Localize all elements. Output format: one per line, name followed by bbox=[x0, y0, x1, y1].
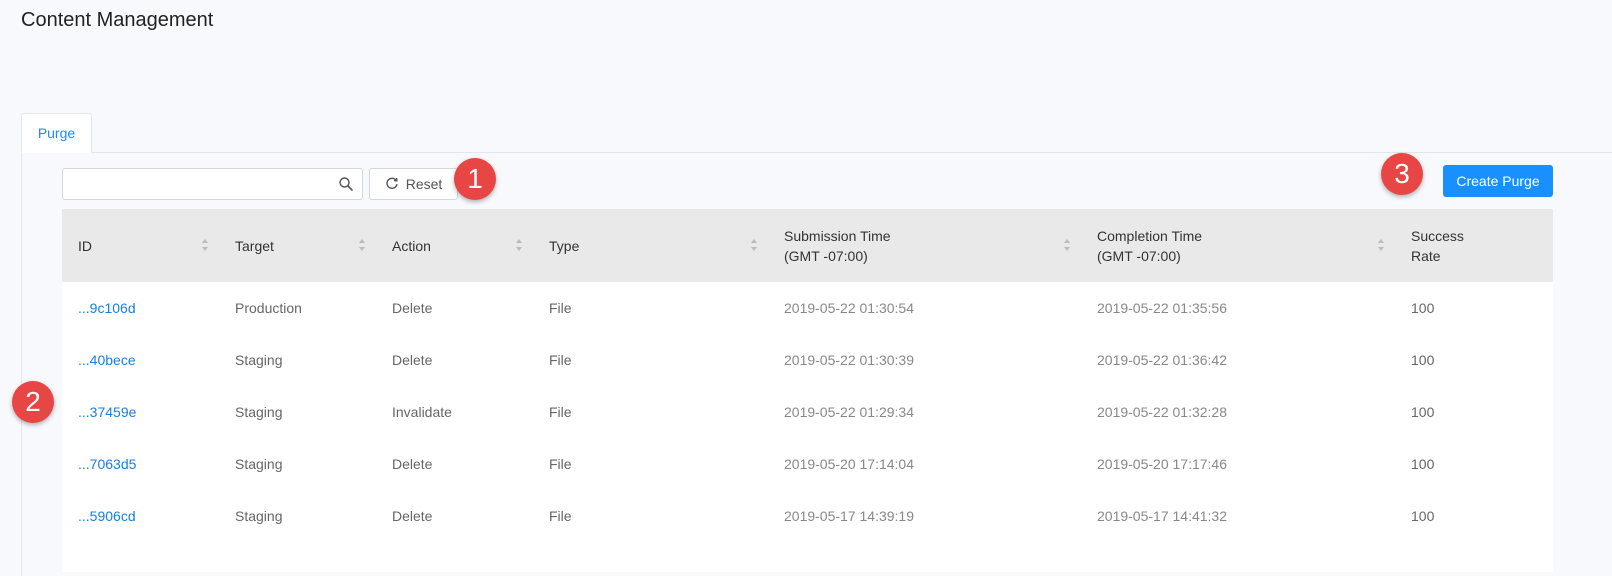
action-cell: Delete bbox=[376, 282, 533, 334]
sort-icon[interactable] bbox=[750, 238, 758, 252]
submission-time-cell: 2019-05-22 01:30:39 bbox=[768, 334, 1081, 386]
success-rate-cell: 100 bbox=[1395, 438, 1553, 490]
refresh-icon bbox=[386, 177, 398, 189]
annotation-badge-2: 2 bbox=[12, 381, 54, 423]
column-label: Type bbox=[549, 237, 580, 254]
success-rate-cell: 100 bbox=[1395, 282, 1553, 334]
target-cell: Staging bbox=[219, 386, 376, 438]
submission-time-cell: 2019-05-17 14:39:19 bbox=[768, 490, 1081, 542]
column-sublabel: (GMT -07:00) bbox=[1097, 247, 1181, 264]
tab-bar: Purge bbox=[21, 113, 1612, 153]
table-header-row: ID Target Action Type Submission Time (G… bbox=[62, 209, 1553, 282]
annotation-badge-1: 1 bbox=[454, 158, 496, 200]
sort-icon[interactable] bbox=[1377, 238, 1385, 252]
action-cell: Invalidate bbox=[376, 386, 533, 438]
action-cell: Delete bbox=[376, 490, 533, 542]
sort-icon[interactable] bbox=[358, 238, 366, 252]
completion-time-cell: 2019-05-22 01:36:42 bbox=[1081, 334, 1395, 386]
column-label: Action bbox=[392, 237, 431, 254]
table-row: ...37459e Staging Invalidate File 2019-0… bbox=[62, 386, 1553, 438]
column-label: Target bbox=[235, 237, 274, 254]
column-label: Success bbox=[1411, 227, 1464, 244]
purge-id-link[interactable]: ...7063d5 bbox=[62, 438, 219, 490]
create-purge-button[interactable]: Create Purge bbox=[1443, 165, 1553, 197]
sort-icon[interactable] bbox=[515, 238, 523, 252]
search-icon[interactable] bbox=[338, 176, 354, 192]
search-box[interactable] bbox=[62, 168, 363, 200]
reset-button[interactable]: Reset bbox=[369, 168, 458, 200]
completion-time-cell: 2019-05-22 01:35:56 bbox=[1081, 282, 1395, 334]
column-header-target[interactable]: Target bbox=[219, 209, 376, 282]
success-rate-cell: 100 bbox=[1395, 334, 1553, 386]
type-cell: File bbox=[533, 386, 768, 438]
column-header-id[interactable]: ID bbox=[62, 209, 219, 282]
search-input[interactable] bbox=[63, 169, 323, 199]
target-cell: Production bbox=[219, 282, 376, 334]
column-label: Completion Time bbox=[1097, 227, 1203, 244]
purge-id-link[interactable]: ...40bece bbox=[62, 334, 219, 386]
column-header-success-rate: Success Rate bbox=[1395, 209, 1553, 282]
type-cell: File bbox=[533, 490, 768, 542]
success-rate-cell: 100 bbox=[1395, 386, 1553, 438]
submission-time-cell: 2019-05-22 01:30:54 bbox=[768, 282, 1081, 334]
annotation-badge-3: 3 bbox=[1381, 153, 1423, 195]
table-row: ...9c106d Production Delete File 2019-05… bbox=[62, 282, 1553, 334]
reset-label: Reset bbox=[405, 176, 443, 192]
target-cell: Staging bbox=[219, 334, 376, 386]
type-cell: File bbox=[533, 334, 768, 386]
column-label: Submission Time bbox=[784, 227, 891, 244]
column-header-type[interactable]: Type bbox=[533, 209, 768, 282]
submission-time-cell: 2019-05-22 01:29:34 bbox=[768, 386, 1081, 438]
completion-time-cell: 2019-05-20 17:17:46 bbox=[1081, 438, 1395, 490]
table-row: ...7063d5 Staging Delete File 2019-05-20… bbox=[62, 438, 1553, 490]
success-rate-cell: 100 bbox=[1395, 490, 1553, 542]
column-header-completion-time[interactable]: Completion Time (GMT -07:00) bbox=[1081, 209, 1395, 282]
completion-time-cell: 2019-05-17 14:41:32 bbox=[1081, 490, 1395, 542]
column-header-submission-time[interactable]: Submission Time (GMT -07:00) bbox=[768, 209, 1081, 282]
table-row: ...5906cd Staging Delete File 2019-05-17… bbox=[62, 490, 1553, 542]
action-cell: Delete bbox=[376, 438, 533, 490]
target-cell: Staging bbox=[219, 490, 376, 542]
submission-time-cell: 2019-05-20 17:14:04 bbox=[768, 438, 1081, 490]
sort-icon[interactable] bbox=[201, 238, 209, 252]
column-sublabel: (GMT -07:00) bbox=[784, 247, 868, 264]
tab-purge[interactable]: Purge bbox=[21, 113, 92, 153]
purge-id-link[interactable]: ...9c106d bbox=[62, 282, 219, 334]
purge-id-link[interactable]: ...37459e bbox=[62, 386, 219, 438]
completion-time-cell: 2019-05-22 01:32:28 bbox=[1081, 386, 1395, 438]
column-sublabel: Rate bbox=[1411, 247, 1441, 264]
type-cell: File bbox=[533, 282, 768, 334]
purge-id-link[interactable]: ...5906cd bbox=[62, 490, 219, 542]
column-label: ID bbox=[78, 237, 92, 254]
column-header-action[interactable]: Action bbox=[376, 209, 533, 282]
sort-icon[interactable] bbox=[1063, 238, 1071, 252]
purge-panel: Reset 1 2 3 Create Purge ID Target Actio… bbox=[12, 153, 1612, 576]
page-title: Content Management bbox=[21, 9, 214, 31]
table-row: ...40bece Staging Delete File 2019-05-22… bbox=[62, 334, 1553, 386]
target-cell: Staging bbox=[219, 438, 376, 490]
action-cell: Delete bbox=[376, 334, 533, 386]
purge-table: ID Target Action Type Submission Time (G… bbox=[62, 209, 1553, 572]
type-cell: File bbox=[533, 438, 768, 490]
table-row-partial bbox=[62, 542, 1553, 572]
